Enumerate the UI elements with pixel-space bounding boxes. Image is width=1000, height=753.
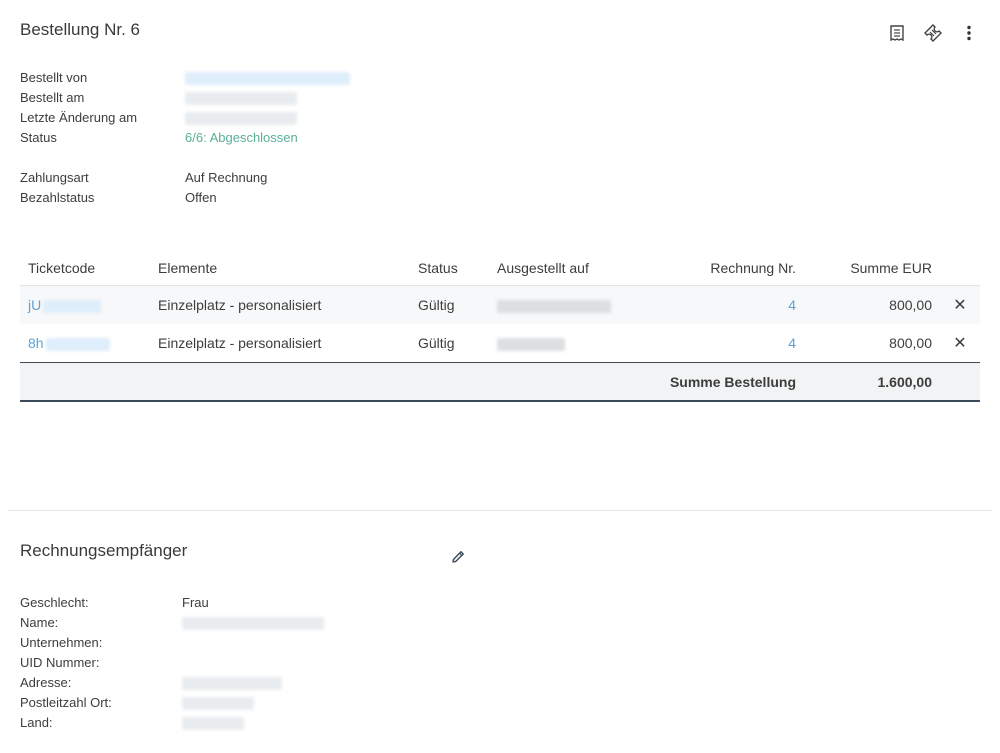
ordered-by-value: [185, 68, 350, 88]
header-issued-to[interactable]: Ausgestellt auf: [489, 250, 624, 286]
total-spacer: [940, 362, 980, 402]
receipt-icon[interactable]: [886, 22, 908, 44]
ticket-status: Gültig: [418, 335, 455, 351]
ticket-element: Einzelplatz - personalisiert: [150, 285, 410, 324]
delete-ticket-button[interactable]: ✕: [940, 324, 980, 363]
order-title: Bestellung Nr. 6: [20, 20, 141, 39]
payment-details: Zahlungsart Auf Rechnung Bezahlstatus Of…: [20, 168, 267, 208]
address-row: Adresse:: [20, 673, 324, 693]
gender-label: Geschlecht:: [20, 595, 89, 610]
ordered-by-row: Bestellt von: [20, 68, 350, 88]
address-label: Adresse:: [20, 675, 72, 690]
more-vertical-icon[interactable]: [958, 22, 980, 44]
table-row: jU Einzelplatz - personalisiert Gültig 4…: [20, 285, 980, 324]
country-value: [182, 713, 244, 733]
ticket-issued-to: [489, 285, 624, 324]
edit-pencil-icon[interactable]: [450, 549, 466, 570]
ordered-by-label: Bestellt von: [20, 70, 88, 85]
country-label: Land:: [20, 715, 53, 730]
header-elemente[interactable]: Elemente: [150, 250, 410, 286]
invoice-link[interactable]: 4: [624, 324, 804, 363]
ticket-code-text: 8h: [28, 335, 44, 351]
recipient-details: Geschlecht: Frau Name: Unternehmen: UID …: [20, 593, 324, 733]
zip-city-value: [182, 693, 254, 713]
name-label: Name:: [20, 615, 59, 630]
order-card: Bestellung Nr. 6 Bestellt von Bestellt a…: [8, 0, 992, 511]
uid-label: UID Nummer:: [20, 655, 100, 670]
header-ticketcode[interactable]: Ticketcode: [20, 250, 150, 286]
order-toolbar: [886, 22, 980, 44]
company-label: Unternehmen:: [20, 635, 103, 650]
invoice-link[interactable]: 4: [624, 285, 804, 324]
zip-city-label: Postleitzahl Ort:: [20, 695, 112, 710]
ordered-at-label: Bestellt am: [20, 90, 85, 105]
order-details: Bestellt von Bestellt am Letzte Änderung…: [20, 68, 350, 148]
ordered-at-value: [185, 88, 297, 108]
gender-row: Geschlecht: Frau: [20, 593, 324, 613]
header-sum[interactable]: Summe EUR: [804, 250, 940, 286]
total-label: Summe Bestellung: [20, 362, 804, 402]
total-value: 1.600,00: [804, 362, 940, 402]
company-row: Unternehmen:: [20, 633, 324, 653]
last-change-value: [185, 108, 297, 128]
last-change-label: Letzte Änderung am: [20, 110, 138, 125]
status-label: Status: [20, 130, 57, 145]
header-status[interactable]: Status: [410, 250, 489, 286]
recipient-title: Rechnungsempfänger: [20, 541, 188, 560]
ticket-sum: 800,00: [889, 335, 932, 351]
payment-status-label: Bezahlstatus: [20, 190, 95, 205]
uid-row: UID Nummer:: [20, 653, 324, 673]
recipient-card: Rechnungsempfänger Geschlecht: Frau Name…: [8, 511, 992, 753]
payment-method-label: Zahlungsart: [20, 170, 89, 185]
payment-method-row: Zahlungsart Auf Rechnung: [20, 168, 267, 188]
last-change-row: Letzte Änderung am: [20, 108, 350, 128]
table-row: 8h Einzelplatz - personalisiert Gültig 4…: [20, 324, 980, 363]
ordered-at-row: Bestellt am: [20, 88, 350, 108]
tickets-table: Ticketcode Elemente Status Ausgestellt a…: [20, 250, 980, 402]
country-row: Land:: [20, 713, 324, 733]
status-row: Status 6/6: Abgeschlossen: [20, 128, 350, 148]
address-value: [182, 673, 282, 693]
header-actions: [940, 250, 980, 286]
ticket-code-link[interactable]: jU: [20, 285, 150, 324]
ticket-element: Einzelplatz - personalisiert: [158, 335, 322, 351]
delete-ticket-button[interactable]: ✕: [940, 285, 980, 324]
ticket-status: Gültig: [410, 285, 489, 324]
name-row: Name:: [20, 613, 324, 633]
name-value: [182, 613, 324, 633]
header-invoice-nr[interactable]: Rechnung Nr.: [624, 250, 804, 286]
ticket-code-link[interactable]: 8h: [20, 324, 150, 363]
payment-status-value: Offen: [185, 190, 217, 205]
table-header-row: Ticketcode Elemente Status Ausgestellt a…: [20, 250, 980, 286]
status-value: 6/6: Abgeschlossen: [185, 130, 298, 145]
ticket-issued-to: [489, 324, 624, 363]
ticket-code-text: jU: [28, 297, 42, 313]
total-row: Summe Bestellung 1.600,00: [20, 362, 980, 402]
zip-city-row: Postleitzahl Ort:: [20, 693, 324, 713]
payment-method-value: Auf Rechnung: [185, 170, 268, 185]
payment-status-row: Bezahlstatus Offen: [20, 188, 267, 208]
ticket-sum: 800,00: [804, 285, 940, 324]
gender-value: Frau: [182, 595, 209, 610]
ticket-icon[interactable]: [922, 22, 944, 44]
